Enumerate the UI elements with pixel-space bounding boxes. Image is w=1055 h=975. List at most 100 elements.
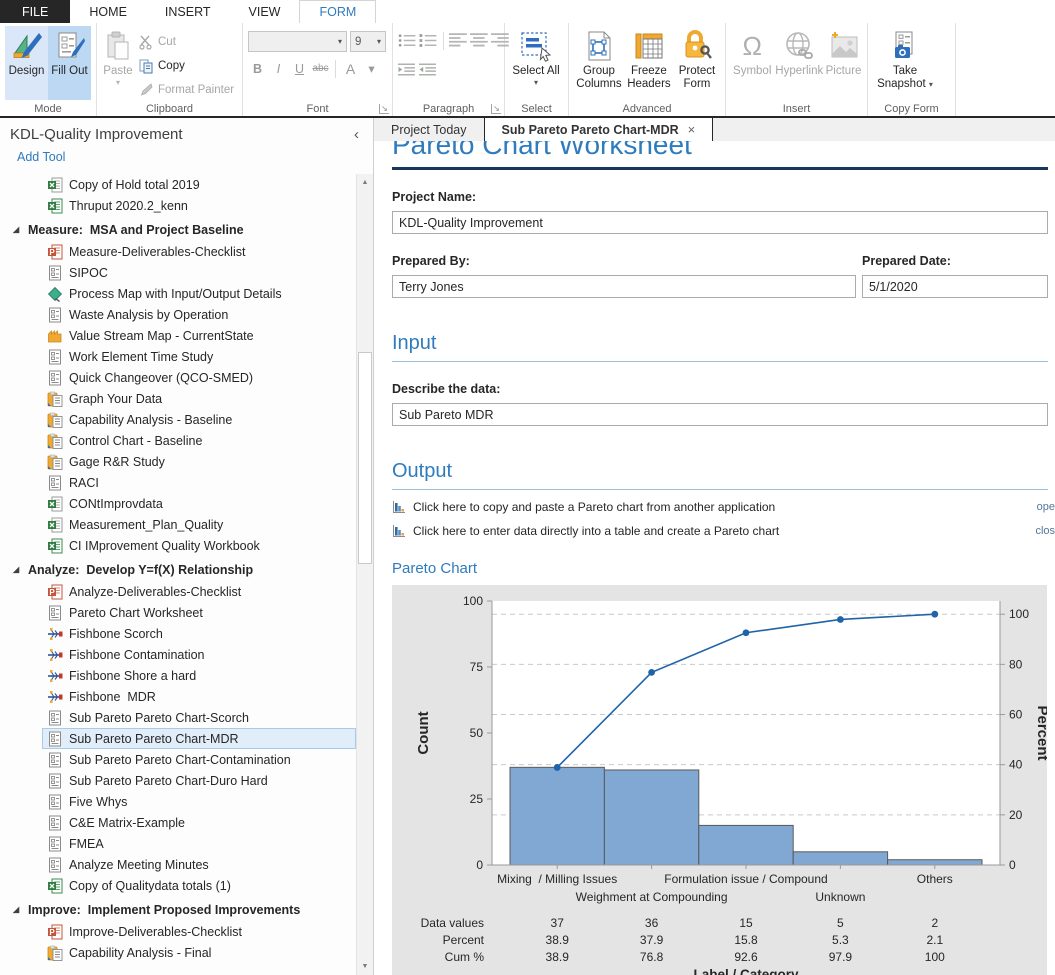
- paragraph-dialog-launcher[interactable]: ↘: [491, 104, 501, 114]
- enter-data-link[interactable]: Click here to enter data directly into a…: [392, 524, 1048, 538]
- align-left-button[interactable]: [449, 31, 468, 50]
- cut-button[interactable]: Cut: [134, 30, 238, 54]
- project-sidebar: KDL-Quality Improvement ‹ Add Tool Copy …: [0, 118, 374, 975]
- tree-item[interactable]: Analyze Meeting Minutes: [42, 854, 356, 875]
- tree-item[interactable]: Five Whys: [42, 791, 356, 812]
- ribbon-tab-insert[interactable]: INSERT: [146, 0, 230, 23]
- tree-item[interactable]: Value Stream Map - CurrentState: [42, 325, 356, 346]
- picture-button[interactable]: Picture: [825, 26, 862, 100]
- edge-text-open[interactable]: ope: [1037, 501, 1055, 513]
- font-color-caret-icon[interactable]: ▾: [362, 59, 381, 78]
- tree-item[interactable]: C&E Matrix-Example: [42, 812, 356, 833]
- tree-item[interactable]: Waste Analysis by Operation: [42, 304, 356, 325]
- hyperlink-button[interactable]: Hyperlink: [773, 26, 825, 100]
- align-center-button[interactable]: [470, 31, 489, 50]
- group-columns-label: Group Columns: [574, 65, 624, 91]
- ribbon-tab-home[interactable]: HOME: [70, 0, 146, 23]
- prepared-date-input[interactable]: [862, 275, 1048, 298]
- bold-button[interactable]: B: [248, 59, 267, 78]
- tree-item[interactable]: RACI: [42, 472, 356, 493]
- tree-item[interactable]: CONtImprovdata: [42, 493, 356, 514]
- tree-item[interactable]: Quick Changeover (QCO-SMED): [42, 367, 356, 388]
- italic-button[interactable]: I: [269, 59, 288, 78]
- tree-item[interactable]: Fishbone MDR: [42, 686, 356, 707]
- tab-close-icon[interactable]: ×: [688, 122, 696, 137]
- tree-item[interactable]: Copy of Hold total 2019: [42, 174, 356, 195]
- font-dialog-launcher[interactable]: ↘: [379, 104, 389, 114]
- protect-form-button[interactable]: Protect Form: [674, 26, 720, 100]
- tree-item[interactable]: Fishbone Scorch: [42, 623, 356, 644]
- tree-item[interactable]: Graph Your Data: [42, 388, 356, 409]
- decrease-indent-button[interactable]: [398, 60, 417, 79]
- doc-tab-project-today[interactable]: Project Today: [374, 118, 484, 141]
- select-all-button[interactable]: Select All ▾: [510, 26, 562, 100]
- scroll-down-icon[interactable]: ▼: [357, 958, 373, 975]
- tree-item[interactable]: Copy of Qualitydata totals (1): [42, 875, 356, 896]
- tree-item[interactable]: Process Map with Input/Output Details: [42, 283, 356, 304]
- scroll-up-icon[interactable]: ▲: [357, 174, 373, 191]
- tree-item[interactable]: Capability Analysis - Final: [42, 942, 356, 963]
- tree-item[interactable]: P Analyze-Deliverables-Checklist: [42, 581, 356, 602]
- tree-item[interactable]: Control Chart - Baseline: [42, 430, 356, 451]
- fill-out-mode-button[interactable]: Fill Out: [48, 26, 91, 100]
- tree-item[interactable]: Sub Pareto Pareto Chart-Scorch: [42, 707, 356, 728]
- describe-data-input[interactable]: [392, 403, 1048, 426]
- tree-item[interactable]: Work Element Time Study: [42, 346, 356, 367]
- font-name-combobox[interactable]: ▾: [248, 31, 347, 52]
- scrollbar-thumb[interactable]: [358, 352, 372, 564]
- edge-text-close[interactable]: clos: [1035, 525, 1055, 537]
- tree-item[interactable]: Thruput 2020.2_kenn: [42, 195, 356, 216]
- tree-item[interactable]: Measurement_Plan_Quality: [42, 514, 356, 535]
- tree-item-selected[interactable]: Sub Pareto Pareto Chart-MDR: [42, 728, 356, 749]
- increase-indent-button[interactable]: [419, 60, 438, 79]
- sidebar-scrollbar[interactable]: ▲ ▼: [356, 174, 373, 975]
- strikethrough-button[interactable]: abc: [311, 59, 330, 78]
- svg-text:37: 37: [551, 916, 565, 930]
- tree-item[interactable]: Sub Pareto Pareto Chart-Contamination: [42, 749, 356, 770]
- bullet-list-button[interactable]: [398, 31, 417, 50]
- excel-workbook-icon: [47, 538, 63, 554]
- numbered-list-button[interactable]: [419, 31, 438, 50]
- ribbon-tab-form[interactable]: FORM: [299, 0, 376, 23]
- clipboard-group-label: Clipboard: [97, 103, 242, 115]
- copy-button[interactable]: Copy: [134, 54, 238, 78]
- paste-button[interactable]: Paste ▾: [102, 26, 134, 100]
- font-size-combobox[interactable]: 9 ▾: [350, 31, 386, 52]
- add-tool-link[interactable]: Add Tool: [0, 146, 373, 166]
- tree-item[interactable]: Fishbone Contamination: [42, 644, 356, 665]
- copy-paste-pareto-link[interactable]: Click here to copy and paste a Pareto ch…: [392, 500, 1048, 514]
- tree-section[interactable]: ◢ Improve: Implement Proposed Improvemen…: [13, 898, 356, 921]
- freeze-headers-button[interactable]: Freeze Headers: [624, 26, 674, 100]
- paragraph-group-label: Paragraph: [393, 103, 504, 115]
- tree-item[interactable]: CI IMprovement Quality Workbook: [42, 535, 356, 556]
- tree-item[interactable]: FMEA: [42, 833, 356, 854]
- ribbon-tab-file[interactable]: FILE: [0, 0, 70, 23]
- svg-text:5.3: 5.3: [832, 933, 849, 947]
- project-name-input[interactable]: [392, 211, 1048, 234]
- prepared-date-label: Prepared Date:: [862, 254, 1048, 268]
- tree-section[interactable]: ◢ Analyze: Develop Y=f(X) Relationship: [13, 558, 356, 581]
- svg-text:15.8: 15.8: [734, 933, 758, 947]
- prepared-by-input[interactable]: [392, 275, 856, 298]
- tree-item-label: Analyze Meeting Minutes: [69, 858, 209, 872]
- tree-item[interactable]: SIPOC: [42, 262, 356, 283]
- tree-item[interactable]: P Improve-Deliverables-Checklist: [42, 921, 356, 942]
- font-color-button[interactable]: A: [341, 59, 360, 78]
- doc-tab-sub-pareto-mdr[interactable]: Sub Pareto Pareto Chart-MDR ×: [484, 118, 714, 141]
- tree-item[interactable]: Gage R&R Study: [42, 451, 356, 472]
- ribbon-tab-view[interactable]: VIEW: [230, 0, 300, 23]
- tree-section[interactable]: ◢ Measure: MSA and Project Baseline: [13, 218, 356, 241]
- underline-button[interactable]: U: [290, 59, 309, 78]
- design-mode-button[interactable]: Design: [5, 26, 48, 100]
- sidebar-collapse-icon[interactable]: ‹: [350, 126, 363, 143]
- tree-item[interactable]: Capability Analysis - Baseline: [42, 409, 356, 430]
- group-columns-button[interactable]: Group Columns: [574, 26, 624, 100]
- take-snapshot-button[interactable]: Take Snapshot ▾: [873, 26, 937, 100]
- format-painter-button[interactable]: Format Painter: [134, 78, 238, 102]
- symbol-button[interactable]: Ω Symbol: [731, 26, 773, 100]
- tree-item[interactable]: P Measure-Deliverables-Checklist: [42, 241, 356, 262]
- tree-item[interactable]: Fishbone Shore a hard: [42, 665, 356, 686]
- tree-item[interactable]: Sub Pareto Pareto Chart-Duro Hard: [42, 770, 356, 791]
- tree-item[interactable]: Pareto Chart Worksheet: [42, 602, 356, 623]
- select-all-caret-icon: ▾: [534, 78, 538, 87]
